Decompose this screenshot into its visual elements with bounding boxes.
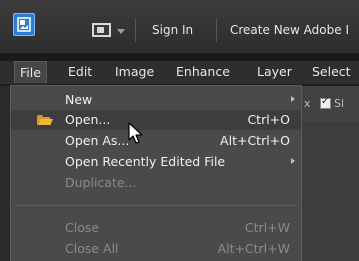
create-account-link[interactable]: Create New Adobe I <box>230 23 349 37</box>
menu-edit[interactable]: Edit <box>63 61 97 83</box>
toolbar-divider <box>216 18 217 42</box>
menu-item-label: Open Recently Edited File <box>65 154 226 169</box>
submenu-arrow-icon <box>291 96 295 102</box>
file-menu-dropdown: New Open... Ctrl+O Open As... Alt+Ctrl+O… <box>10 85 302 261</box>
options-checkbox-label: Sl <box>334 97 345 110</box>
menu-file[interactable]: File <box>14 61 47 83</box>
toolbar-divider <box>135 18 136 42</box>
menu-layer[interactable]: Layer <box>252 61 297 83</box>
mouse-cursor-icon <box>128 122 143 144</box>
menu-item-label: Open As... <box>65 133 130 148</box>
menu-item-shortcut: Alt+Ctrl+O <box>220 133 290 148</box>
sign-in-link[interactable]: Sign In <box>152 23 193 37</box>
menu-item-label: Duplicate... <box>65 175 137 190</box>
menu-item-shortcut: Ctrl+O <box>247 112 290 127</box>
menu-item-open-recent[interactable]: Open Recently Edited File <box>11 152 301 172</box>
left-panel-edge <box>0 86 10 261</box>
menu-divider <box>15 205 297 206</box>
submenu-arrow-icon <box>291 158 295 164</box>
options-text-partial: x <box>304 97 311 110</box>
options-checkbox[interactable] <box>320 96 331 109</box>
menu-item-open-as[interactable]: Open As... Alt+Ctrl+O <box>11 131 301 151</box>
menu-item-close[interactable]: Close Ctrl+W <box>11 218 301 238</box>
title-bar: Sign In Create New Adobe I <box>0 0 359 54</box>
menu-select[interactable]: Select <box>307 61 356 83</box>
folder-icon <box>37 115 53 125</box>
menu-item-label: Close All <box>65 241 119 256</box>
menu-enhance[interactable]: Enhance <box>171 61 235 83</box>
menu-item-label: Close <box>65 220 100 235</box>
menu-item-label: New <box>65 92 93 107</box>
menu-bar: File Edit Image Enhance Layer Select <box>0 61 359 85</box>
workspace-layout-icon[interactable] <box>92 23 111 37</box>
menu-item-new[interactable]: New <box>11 90 301 110</box>
menu-item-shortcut: Alt+Ctrl+W <box>217 241 290 256</box>
menu-image[interactable]: Image <box>110 61 159 83</box>
photoshop-elements-app-icon[interactable] <box>13 13 35 36</box>
menu-item-close-all[interactable]: Close All Alt+Ctrl+W <box>11 239 301 259</box>
menu-item-open[interactable]: Open... Ctrl+O <box>11 110 301 130</box>
menu-item-label: Open... <box>65 112 111 127</box>
chevron-down-icon[interactable] <box>117 29 125 34</box>
menu-item-shortcut: Ctrl+W <box>244 220 290 235</box>
menu-item-duplicate[interactable]: Duplicate... <box>11 173 301 193</box>
